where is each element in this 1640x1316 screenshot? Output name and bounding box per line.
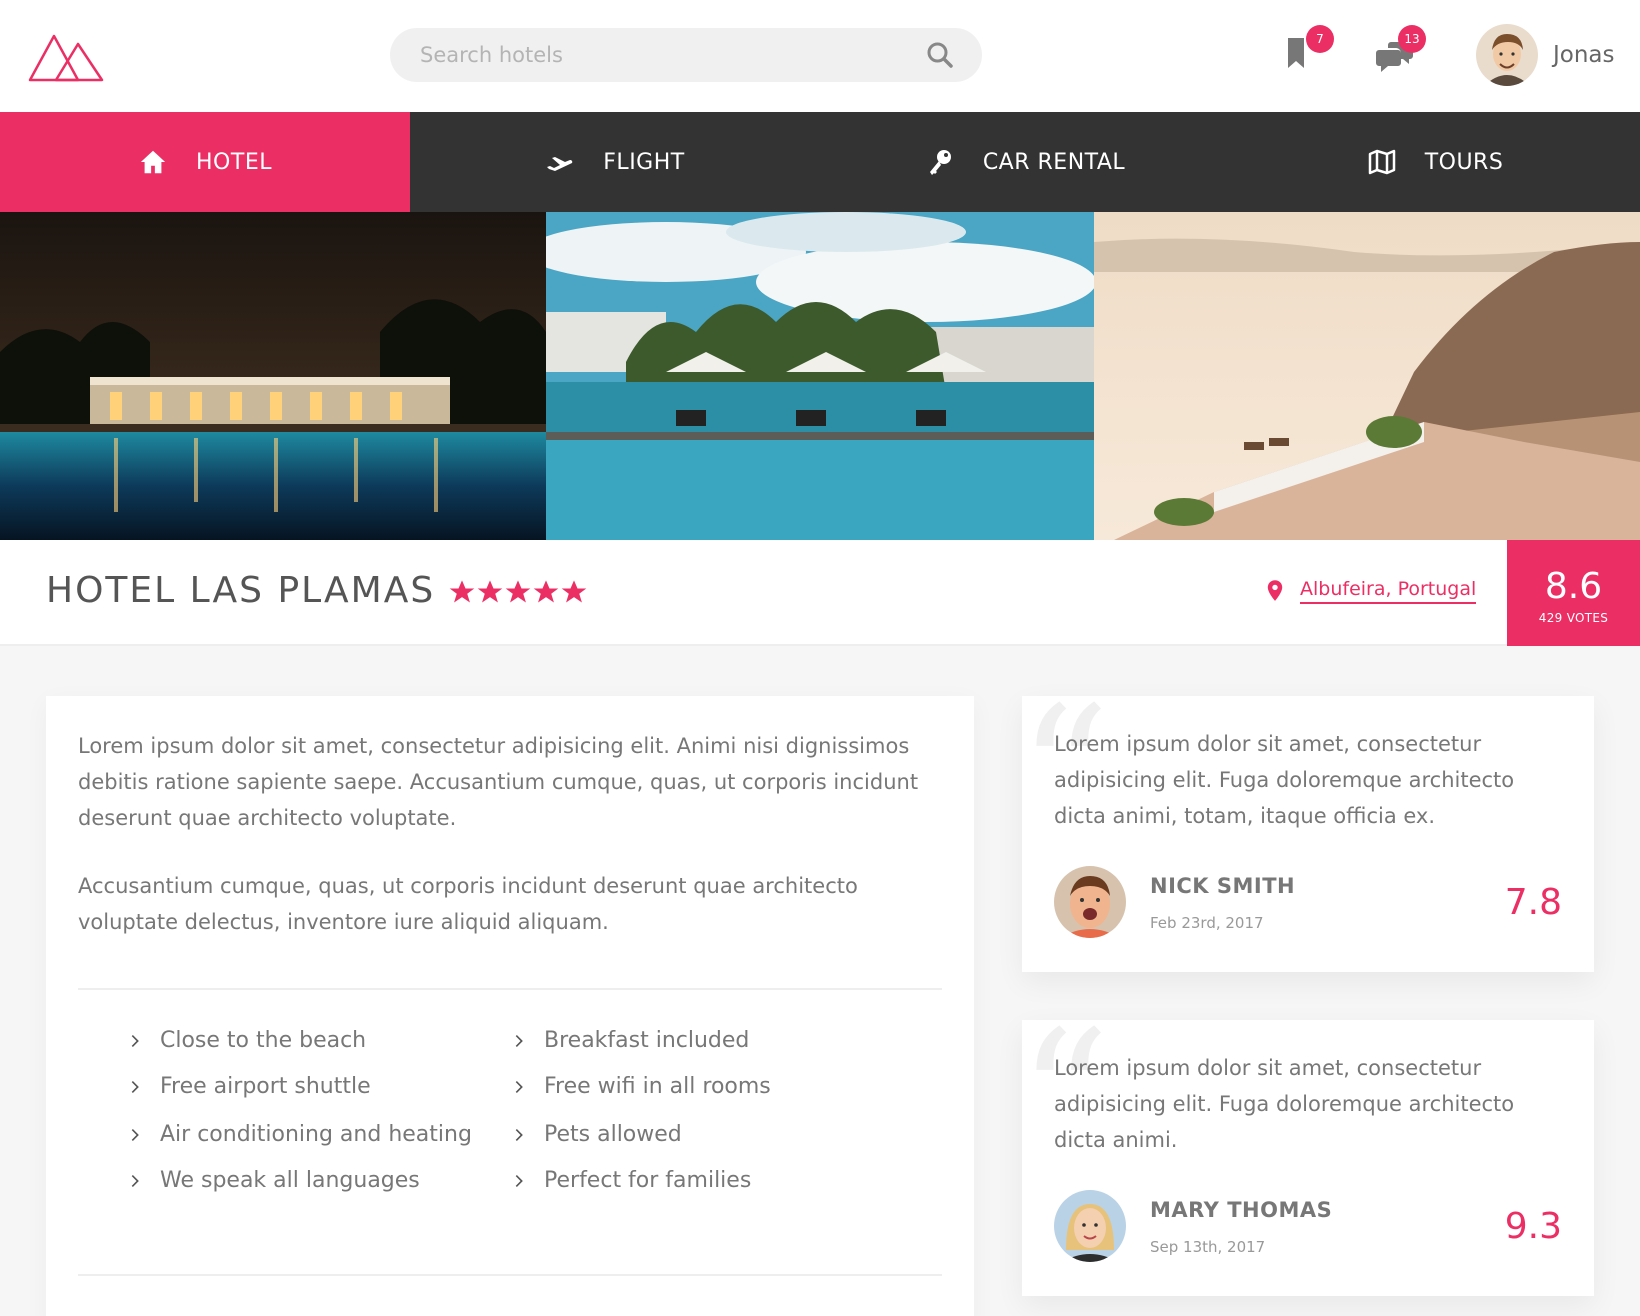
chevron-right-icon xyxy=(510,1031,530,1051)
feature-item: Breakfast included xyxy=(510,1028,749,1053)
key-icon xyxy=(925,147,955,177)
review-date: Feb 23rd, 2017 xyxy=(1150,914,1264,932)
feature-item: Perfect for families xyxy=(510,1168,751,1193)
hotel-description: Lorem ipsum dolor sit amet, consectetur … xyxy=(46,696,974,1316)
header: 7 13 Jonas xyxy=(0,0,1640,112)
star-icon xyxy=(505,580,531,603)
star-icon xyxy=(449,580,475,603)
review-score: 9.3 xyxy=(1504,1206,1562,1247)
star-icon xyxy=(533,580,559,603)
messages-button[interactable]: 13 xyxy=(1374,25,1426,76)
hotel-stars xyxy=(448,578,588,606)
search-icon[interactable] xyxy=(926,41,954,69)
hotel-gallery xyxy=(0,212,1640,540)
nav-item-hotel[interactable]: HOTEL xyxy=(0,112,410,212)
review-score: 7.8 xyxy=(1504,882,1562,923)
review-text: Lorem ipsum dolor sit amet, consectetur … xyxy=(1054,732,1515,828)
reviewer-name: NICK SMITH xyxy=(1150,874,1296,898)
chevron-right-icon xyxy=(510,1077,530,1097)
nav-label-flight: FLIGHT xyxy=(603,149,685,175)
review-card: “ Lorem ipsum dolor sit amet, consectetu… xyxy=(1018,1008,1594,1296)
airplane-icon xyxy=(545,147,575,177)
nav-item-car-rental[interactable]: CAR RENTAL xyxy=(820,112,1230,212)
rating-average: 8.6 xyxy=(1544,566,1603,607)
location-link[interactable]: Albufeira, Portugal xyxy=(1300,578,1477,604)
cliffside-terrace-photo[interactable] xyxy=(1094,212,1640,540)
chevron-right-icon xyxy=(510,1125,530,1145)
star-icon xyxy=(561,580,587,603)
feature-item: Air conditioning and heating xyxy=(126,1122,472,1147)
nav-label-tours: TOURS xyxy=(1424,149,1504,175)
divider xyxy=(78,1274,942,1276)
feature-item: Free airport shuttle xyxy=(126,1074,371,1099)
overall-rating: 8.6 429 VOTES xyxy=(1507,540,1640,646)
star-icon xyxy=(477,580,503,603)
feature-item: Free wifi in all rooms xyxy=(510,1074,771,1099)
trillo-logo-icon[interactable] xyxy=(28,28,106,84)
home-icon xyxy=(138,147,168,177)
feature-item: Pets allowed xyxy=(510,1122,682,1147)
user-avatar[interactable] xyxy=(1476,24,1538,86)
review-card: “ Lorem ipsum dolor sit amet, consectetu… xyxy=(1018,684,1594,972)
hotel-pool-day-photo[interactable] xyxy=(546,212,1094,540)
divider xyxy=(78,988,942,990)
chevron-right-icon xyxy=(510,1171,530,1191)
description-paragraph: Accusantium cumque, quas, ut corporis in… xyxy=(78,874,858,934)
chevron-right-icon xyxy=(126,1171,146,1191)
reviewer-avatar xyxy=(1054,866,1126,938)
feature-item: Close to the beach xyxy=(126,1028,366,1053)
chevron-right-icon xyxy=(126,1125,146,1145)
search-input[interactable] xyxy=(420,28,900,82)
chevron-right-icon xyxy=(126,1031,146,1051)
hotel-pool-night-photo[interactable] xyxy=(0,212,546,540)
description-paragraph: Lorem ipsum dolor sit amet, consectetur … xyxy=(78,734,919,830)
reviewer-avatar xyxy=(1054,1190,1126,1262)
nav-item-flight[interactable]: FLIGHT xyxy=(410,112,820,212)
nav-label-car-rental: CAR RENTAL xyxy=(982,149,1126,175)
chevron-right-icon xyxy=(126,1077,146,1097)
feature-item: We speak all languages xyxy=(126,1168,420,1193)
bookmarks-button[interactable]: 7 xyxy=(1282,25,1334,76)
reviewer-name: MARY THOMAS xyxy=(1150,1198,1333,1222)
rating-count: 429 VOTES xyxy=(1538,611,1609,625)
nav-item-tours[interactable]: TOURS xyxy=(1230,112,1640,212)
messages-badge: 13 xyxy=(1398,25,1426,53)
search-form xyxy=(390,28,982,82)
hotel-name: HOTEL LAS PLAMAS xyxy=(46,570,436,611)
hotel-location: Albufeira, Portugal xyxy=(1266,578,1477,604)
main-navigation: HOTEL FLIGHT CAR RENTAL TOURS xyxy=(0,112,1640,212)
user-name: Jonas xyxy=(1553,42,1615,68)
nav-label-hotel: HOTEL xyxy=(196,149,272,175)
hotel-overview: HOTEL LAS PLAMAS Albufeira, Portugal 8.6… xyxy=(0,540,1640,646)
location-pin-icon xyxy=(1267,580,1283,601)
review-text: Lorem ipsum dolor sit amet, consectetur … xyxy=(1054,1056,1515,1152)
map-icon xyxy=(1367,147,1397,177)
bookmarks-badge: 7 xyxy=(1306,25,1334,53)
review-date: Sep 13th, 2017 xyxy=(1150,1238,1266,1256)
